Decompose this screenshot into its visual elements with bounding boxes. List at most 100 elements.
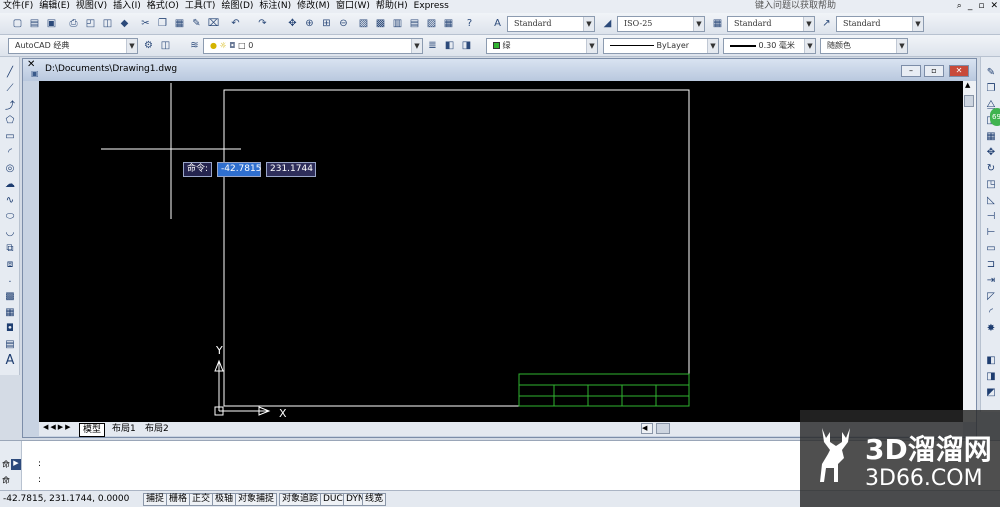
array-icon[interactable]: ▦	[983, 129, 999, 143]
scroll-thumb[interactable]	[964, 95, 974, 107]
multiline-text-icon[interactable]: A	[2, 353, 18, 368]
dim-style-combo[interactable]: ISO-25 ▼	[617, 16, 705, 32]
break-icon[interactable]: ⊐	[983, 257, 999, 271]
draw-order-front-icon[interactable]: ◨	[983, 369, 999, 383]
command-input-line[interactable]: :	[38, 474, 41, 486]
restore-icon[interactable]: ▫	[978, 0, 984, 12]
open-icon[interactable]: ▤	[27, 16, 42, 31]
block-editor-icon[interactable]: ⌧	[206, 16, 221, 31]
search-icon[interactable]: ⌕	[957, 0, 962, 12]
scroll-up-icon[interactable]: ▲	[965, 81, 970, 89]
point-icon[interactable]: ·	[2, 275, 18, 289]
close-icon[interactable]: ✕	[949, 65, 969, 77]
ellipse-icon[interactable]: ⬭	[2, 209, 18, 223]
line-icon[interactable]: ╱	[2, 65, 18, 79]
snap-toggle[interactable]: 捕捉	[143, 493, 168, 506]
move-icon[interactable]: ✥	[983, 145, 999, 159]
extend-icon[interactable]: ⊢	[983, 225, 999, 239]
vertical-scrollbar[interactable]: ▲	[963, 81, 976, 422]
dynamic-input-x-field[interactable]: -42.7815	[217, 162, 261, 177]
multileader-style-icon[interactable]: ↗	[819, 16, 834, 31]
sheet-set-icon[interactable]: ▤	[407, 16, 422, 31]
hatch-icon[interactable]: ▩	[2, 289, 18, 303]
minimize-icon[interactable]: _	[968, 0, 973, 12]
minimize-icon[interactable]: –	[901, 65, 921, 77]
table-style-icon[interactable]: ▦	[710, 16, 725, 31]
osnap-toggle[interactable]: 对象捕捉	[235, 493, 278, 506]
copy-object-icon[interactable]: ❐	[983, 81, 999, 95]
text-style-icon[interactable]: A	[490, 16, 505, 31]
lineweight-toggle[interactable]: 线宽	[362, 493, 387, 506]
join-icon[interactable]: ⇥	[983, 273, 999, 287]
menu-dimension[interactable]: 标注(N)	[256, 0, 294, 13]
menu-express[interactable]: Express	[411, 0, 452, 13]
command-toggle-icon[interactable]: ▶	[11, 459, 21, 470]
preview-icon[interactable]: ◰	[83, 16, 98, 31]
draw-order-back-icon[interactable]: ◩	[983, 385, 999, 399]
zoom-window-icon[interactable]: ⊞	[319, 16, 334, 31]
workspace-settings-icon[interactable]: ⚙	[141, 38, 156, 53]
linetype-combo[interactable]: ByLayer ▼	[603, 38, 719, 54]
properties-icon[interactable]: ▧	[356, 16, 371, 31]
menu-tools[interactable]: 工具(T)	[182, 0, 219, 13]
layer-previous-icon[interactable]: ◧	[442, 38, 457, 53]
undo-icon[interactable]: ↶	[228, 16, 243, 31]
customize-icon[interactable]: ◫	[158, 38, 173, 53]
table-icon[interactable]: ▤	[2, 337, 18, 351]
menu-format[interactable]: 格式(O)	[144, 0, 182, 13]
layer-combo[interactable]: ● ☼ ◘ □ 0 ▼	[203, 38, 423, 54]
publish-icon[interactable]: ◫	[100, 16, 115, 31]
menu-draw[interactable]: 绘图(D)	[218, 0, 256, 13]
menu-view[interactable]: 视图(V)	[73, 0, 110, 13]
markup-icon[interactable]: ▨	[424, 16, 439, 31]
save-icon[interactable]: ▣	[44, 16, 59, 31]
notification-badge[interactable]: 69	[990, 108, 1000, 126]
tab-nav-arrows-icon[interactable]: ◀◀▶▶	[43, 423, 73, 431]
redo-icon[interactable]: ↷	[255, 16, 270, 31]
copy-icon[interactable]: ❐	[155, 16, 170, 31]
trim-icon[interactable]: ⊣	[983, 209, 999, 223]
restore-icon[interactable]: ▫	[924, 65, 944, 77]
arc-icon[interactable]: ◜	[2, 145, 18, 159]
otrack-toggle[interactable]: 对象追踪	[279, 493, 322, 506]
rectangle-icon[interactable]: ▭	[2, 129, 18, 143]
color-combo[interactable]: 绿 ▼	[486, 38, 598, 54]
multileader-style-combo[interactable]: Standard ▼	[836, 16, 924, 32]
scale-icon[interactable]: ◳	[983, 177, 999, 191]
table-style-combo[interactable]: Standard ▼	[727, 16, 815, 32]
menu-insert[interactable]: 插入(I)	[110, 0, 144, 13]
plot-style-combo[interactable]: 随颜色 ▼	[820, 38, 908, 54]
layer-manager-icon[interactable]: ≋	[187, 38, 202, 53]
tab-model[interactable]: 模型	[79, 423, 106, 437]
ortho-toggle[interactable]: 正交	[189, 493, 214, 506]
chamfer-icon[interactable]: ◸	[983, 289, 999, 303]
menu-file[interactable]: 文件(F)	[0, 0, 36, 13]
polygon-icon[interactable]: ⬠	[2, 113, 18, 127]
ellipse-arc-icon[interactable]: ◡	[2, 225, 18, 239]
polar-toggle[interactable]: 极轴	[212, 493, 237, 506]
layer-states-icon[interactable]: ◨	[459, 38, 474, 53]
menu-help[interactable]: 帮助(H)	[373, 0, 411, 13]
text-style-combo[interactable]: Standard ▼	[507, 16, 595, 32]
help-icon[interactable]: ?	[462, 16, 477, 31]
lineweight-combo[interactable]: 0.30 毫米 ▼	[723, 38, 816, 54]
erase-icon[interactable]: ✎	[983, 65, 999, 79]
workspace-combo[interactable]: AutoCAD 经典 ▼	[8, 38, 138, 54]
zoom-realtime-icon[interactable]: ⊕	[302, 16, 317, 31]
tool-palettes-icon[interactable]: ▥	[390, 16, 405, 31]
paste-icon[interactable]: ▦	[172, 16, 187, 31]
fillet-icon[interactable]: ◜	[983, 305, 999, 319]
tab-layout1[interactable]: 布局1	[109, 423, 139, 435]
rotate-icon[interactable]: ↻	[983, 161, 999, 175]
construction-line-icon[interactable]: ⟋	[2, 81, 18, 95]
insert-block-icon[interactable]: ⧉	[2, 241, 18, 255]
help-search-input[interactable]: 键入问题以获取帮助	[755, 0, 945, 12]
make-current-layer-icon[interactable]: ≣	[425, 38, 440, 53]
cut-icon[interactable]: ✂	[138, 16, 153, 31]
tab-layout2[interactable]: 布局2	[142, 423, 172, 435]
dynamic-input-y-field[interactable]: 231.1744	[266, 162, 316, 177]
explode-icon[interactable]: ✸	[983, 321, 999, 335]
zoom-previous-icon[interactable]: ⊖	[336, 16, 351, 31]
calculator-icon[interactable]: ▦	[441, 16, 456, 31]
hscroll-thumb[interactable]	[656, 423, 670, 434]
